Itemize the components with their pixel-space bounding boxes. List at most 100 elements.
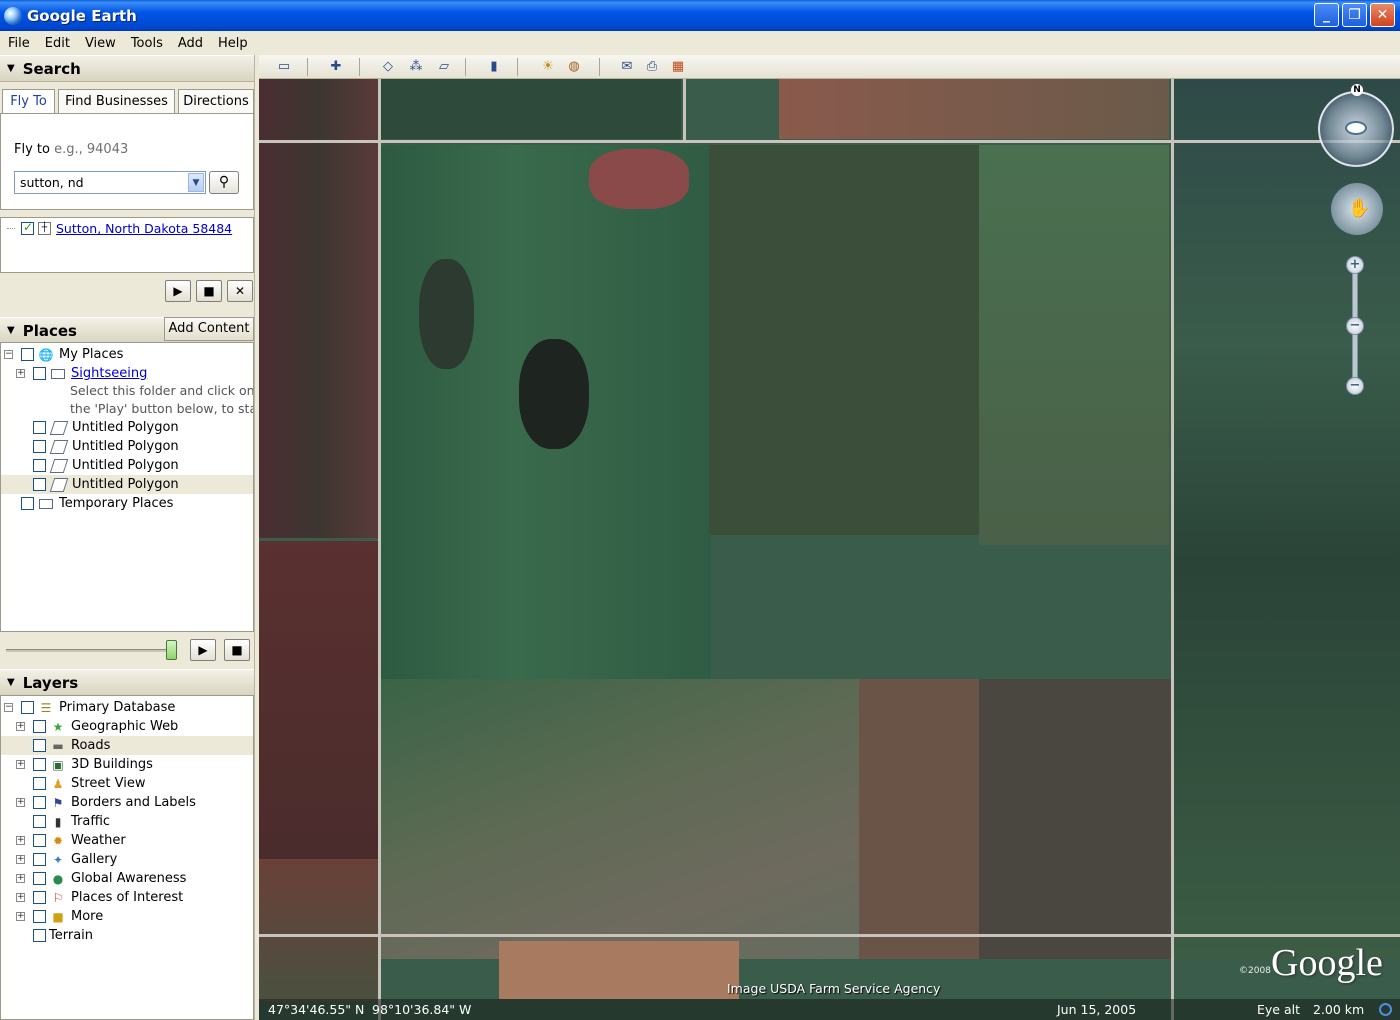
search-combobox[interactable]: ▼ (14, 171, 206, 194)
zoom-out-icon[interactable]: − (1346, 377, 1364, 395)
add-polygon-icon[interactable]: ◇ (378, 58, 398, 76)
expand-icon[interactable]: + (16, 722, 25, 731)
email-icon[interactable]: ✉ (617, 58, 637, 76)
menu-add[interactable]: Add (170, 36, 210, 51)
expand-icon[interactable]: + (16, 893, 25, 902)
layer-roads[interactable]: ▬ Roads (1, 736, 253, 755)
expand-icon[interactable]: + (16, 912, 25, 921)
item-checkbox[interactable] (33, 478, 46, 491)
collapse-triangle-icon[interactable]: ▼ (7, 63, 15, 74)
layer-checkbox[interactable] (33, 815, 46, 828)
expand-icon[interactable]: + (16, 855, 25, 864)
add-image-overlay-icon[interactable]: ▱ (434, 58, 454, 76)
ruler-icon[interactable]: ▮ (484, 58, 504, 76)
expand-icon[interactable]: + (16, 874, 25, 883)
layer-checkbox[interactable] (33, 872, 46, 885)
expand-icon[interactable]: + (16, 369, 25, 378)
tab-find-businesses[interactable]: Find Businesses (58, 89, 175, 113)
look-joystick[interactable] (1318, 91, 1394, 167)
search-panel-header[interactable]: ▼ Search (0, 55, 254, 82)
item-checkbox[interactable] (33, 367, 46, 380)
print-icon[interactable]: ⎙ (642, 58, 662, 76)
result-link[interactable]: Sutton, North Dakota 58484 (56, 221, 232, 236)
item-checkbox[interactable] (33, 421, 46, 434)
tree-item-polygon-1[interactable]: Untitled Polygon (1, 418, 179, 437)
minimize-button[interactable]: _ (1314, 3, 1339, 27)
layer-checkbox[interactable] (33, 929, 46, 942)
tree-item-my-places[interactable]: − 🌐 My Places (1, 345, 123, 364)
menu-view[interactable]: View (77, 36, 123, 51)
chevron-down-icon[interactable]: ▼ (188, 173, 204, 192)
menu-file[interactable]: File (0, 36, 37, 51)
layers-panel-header[interactable]: ▼ Layers (0, 669, 254, 696)
add-placemark-icon[interactable]: ✚ (326, 58, 346, 76)
layer-checkbox[interactable] (33, 777, 46, 790)
stop-tour-button[interactable]: ■ (224, 639, 250, 661)
add-path-icon[interactable]: ⁂ (406, 58, 426, 76)
layer-places-of-interest[interactable]: + ⚐ Places of Interest (1, 888, 183, 907)
layer-checkbox[interactable] (33, 720, 46, 733)
move-joystick[interactable]: ✋ (1331, 183, 1383, 235)
collapse-triangle-icon[interactable]: ▼ (7, 677, 15, 688)
sunlight-icon[interactable]: ☀ (538, 58, 558, 76)
menu-help[interactable]: Help (210, 36, 255, 51)
tree-item-polygon-3[interactable]: Untitled Polygon (1, 456, 179, 475)
layer-checkbox[interactable] (21, 701, 34, 714)
layer-3d-buildings[interactable]: + ▣ 3D Buildings (1, 755, 153, 774)
layer-gallery[interactable]: + ✦ Gallery (1, 850, 117, 869)
layer-checkbox[interactable] (33, 796, 46, 809)
close-button[interactable]: ✕ (1370, 3, 1395, 27)
layer-checkbox[interactable] (33, 758, 46, 771)
layer-terrain[interactable]: Terrain (1, 926, 93, 945)
menu-tools[interactable]: Tools (123, 36, 170, 51)
item-checkbox[interactable] (21, 348, 34, 361)
menu-edit[interactable]: Edit (37, 36, 77, 51)
layer-geographic-web[interactable]: + ★ Geographic Web (1, 717, 178, 736)
item-checkbox[interactable] (21, 497, 34, 510)
add-content-button[interactable]: Add Content (164, 317, 254, 341)
layer-street-view[interactable]: ♟ Street View (1, 774, 145, 793)
compass-north[interactable]: N (1351, 84, 1363, 96)
layer-more[interactable]: + ■ More (1, 907, 103, 926)
result-checkbox[interactable] (21, 220, 34, 235)
slider-thumb[interactable] (166, 640, 177, 660)
expand-icon[interactable]: + (16, 760, 25, 769)
collapse-triangle-icon[interactable]: ▼ (7, 325, 15, 336)
layer-checkbox[interactable] (33, 834, 46, 847)
search-button[interactable]: ⚲ (209, 171, 239, 194)
layer-weather[interactable]: + ✹ Weather (1, 831, 126, 850)
planet-icon[interactable]: ◍ (564, 58, 584, 76)
item-checkbox[interactable] (33, 440, 46, 453)
tree-item-label[interactable]: Sightseeing (71, 366, 147, 381)
sidebar-toggle-icon[interactable]: ▭ (274, 58, 294, 76)
layer-checkbox[interactable] (33, 891, 46, 904)
layer-checkbox[interactable] (33, 739, 46, 752)
map-view[interactable]: N ✋ + − − ©2008 Google Image USDA Farm S… (259, 79, 1400, 1020)
tour-speed-slider[interactable] (6, 649, 174, 652)
layer-primary-database[interactable]: − ☰ Primary Database (1, 698, 175, 717)
layer-traffic[interactable]: ▮ Traffic (1, 812, 110, 831)
search-input[interactable] (15, 172, 185, 193)
play-tour-button[interactable]: ▶ (190, 639, 216, 661)
collapse-icon[interactable]: − (4, 350, 13, 359)
expand-icon[interactable]: + (16, 836, 25, 845)
clear-results-button[interactable]: ✕ (227, 280, 253, 302)
layer-global-awareness[interactable]: + ● Global Awareness (1, 869, 186, 888)
list-item[interactable]: ┼ Sutton, North Dakota 58484 (7, 220, 232, 236)
maximize-button[interactable]: ❐ (1342, 3, 1367, 27)
stop-button[interactable]: ■ (196, 280, 222, 302)
item-checkbox[interactable] (33, 459, 46, 472)
view-in-maps-icon[interactable]: ▦ (668, 58, 688, 76)
tab-directions[interactable]: Directions (178, 89, 254, 113)
zoom-in-icon[interactable]: + (1346, 256, 1364, 274)
tree-item-polygon-2[interactable]: Untitled Polygon (1, 437, 179, 456)
play-button[interactable]: ▶ (165, 280, 191, 302)
tab-fly-to[interactable]: Fly To (2, 89, 55, 114)
layer-checkbox[interactable] (33, 853, 46, 866)
collapse-icon[interactable]: − (4, 703, 13, 712)
layer-checkbox[interactable] (33, 910, 46, 923)
layer-borders-and-labels[interactable]: + ⚑ Borders and Labels (1, 793, 196, 812)
tree-item-polygon-4[interactable]: Untitled Polygon (1, 475, 253, 494)
tree-item-temporary-places[interactable]: Temporary Places (1, 494, 173, 513)
expand-icon[interactable]: + (16, 798, 25, 807)
